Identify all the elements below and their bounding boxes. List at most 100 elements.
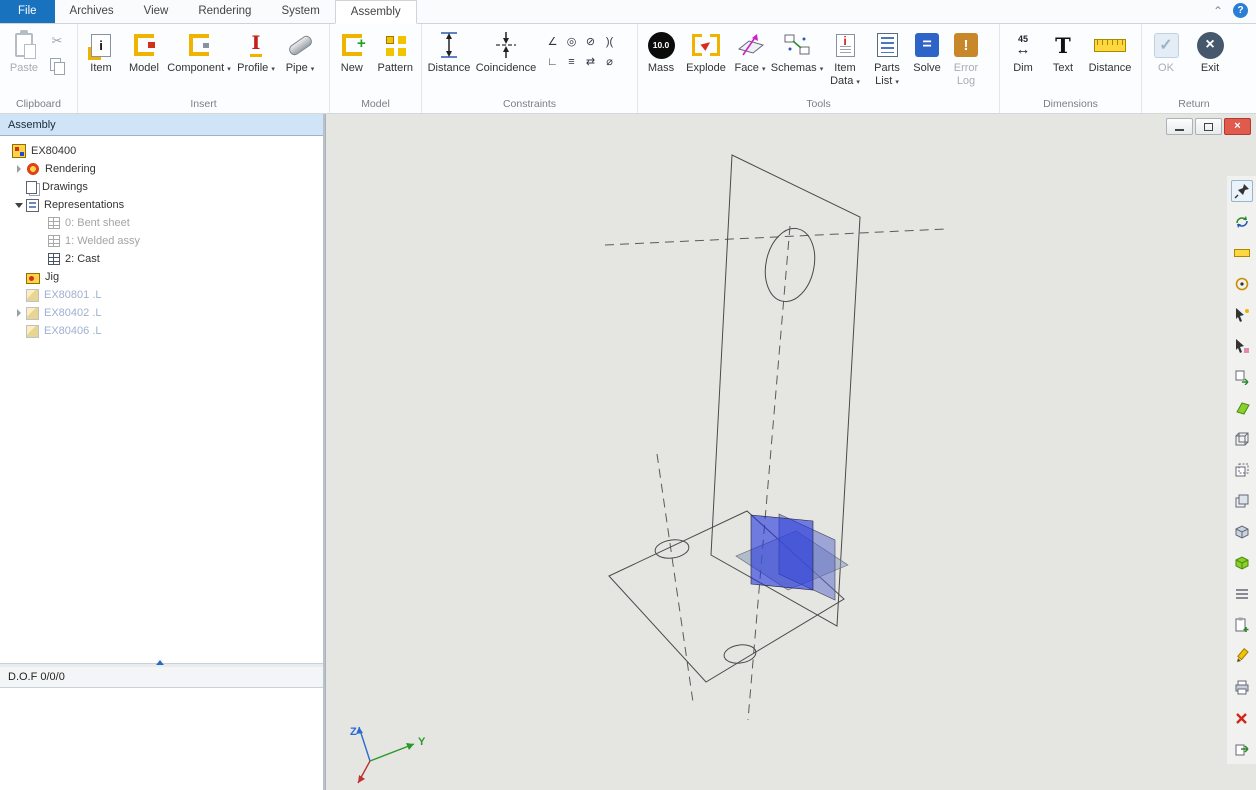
tab-rendering[interactable]: Rendering (183, 0, 266, 23)
tangent-constraint-icon[interactable]: ⊘ (582, 33, 599, 50)
panel-splitter[interactable] (0, 664, 323, 667)
parts-list-button[interactable]: Parts List ▾ (866, 25, 908, 95)
distance-dimension-button[interactable]: Distance (1082, 25, 1138, 95)
item-data-button[interactable]: i Item Data ▾ (824, 25, 866, 95)
delete-button[interactable] (1231, 707, 1253, 729)
export-button[interactable] (1231, 738, 1253, 760)
model-insert-button[interactable]: Model (122, 25, 166, 95)
group-insert: i Item Model Component ▾ I Profile ▾ (78, 24, 330, 113)
hidden-line-view-button[interactable] (1231, 459, 1253, 481)
plane-display-button[interactable] (1231, 397, 1253, 419)
tree-item-rendering[interactable]: Rendering (0, 160, 323, 178)
concentric-constraint-icon[interactable]: ◎ (563, 33, 580, 50)
paste-button[interactable]: Paste (2, 25, 46, 95)
solid-view-button[interactable] (1231, 521, 1253, 543)
exit-button[interactable]: × Exit (1188, 25, 1232, 95)
document-close-button[interactable]: × (1224, 118, 1251, 135)
tree-item-ex80402[interactable]: EX80402 .L (0, 304, 323, 322)
item-button[interactable]: i Item (80, 25, 122, 95)
cut-button[interactable]: ✂ (46, 31, 68, 51)
3d-model-canvas[interactable] (326, 114, 1255, 788)
tree-label: 0: Bent sheet (65, 217, 130, 229)
swap-constraint-icon[interactable]: ⇄ (582, 53, 599, 70)
coincidence-button[interactable]: Coincidence (474, 25, 538, 95)
explode-button[interactable]: Explode (682, 25, 730, 95)
wireframe-view-button[interactable] (1231, 428, 1253, 450)
group-model: + New Pattern Model (330, 24, 422, 113)
ok-label: OK (1158, 62, 1174, 75)
list-button[interactable] (1231, 583, 1253, 605)
3d-viewport[interactable]: × (325, 114, 1256, 790)
copy-button[interactable] (46, 55, 68, 75)
shaded-view-button[interactable] (1231, 490, 1253, 512)
schemas-button[interactable]: Schemas ▾ (770, 25, 824, 95)
profile-button[interactable]: I Profile ▾ (232, 25, 280, 95)
copy-view-button[interactable] (1231, 366, 1253, 388)
document-maximize-button[interactable] (1195, 118, 1222, 135)
tree-item-rep-cast[interactable]: 2: Cast (0, 250, 323, 268)
tab-archives[interactable]: Archives (55, 0, 129, 23)
green-plane-icon (1233, 401, 1251, 415)
expander-collapsed-icon[interactable] (12, 309, 26, 317)
tree-item-representations[interactable]: Representations (0, 196, 323, 214)
perpendicular-constraint-icon[interactable]: ∟ (544, 53, 561, 70)
tab-assembly[interactable]: Assembly (335, 0, 417, 24)
model-label: Model (129, 62, 159, 75)
select-add-button[interactable] (1231, 304, 1253, 326)
reference-plane-front[interactable] (751, 515, 813, 590)
isometric-view-button[interactable] (1231, 552, 1253, 574)
diameter-constraint-icon[interactable]: ⌀ (601, 53, 618, 70)
expander-expanded-icon[interactable] (12, 203, 26, 208)
drawings-icon (26, 181, 37, 194)
parallel-constraint-icon[interactable]: ≡ (563, 53, 580, 70)
tree-item-ex80801[interactable]: EX80801 .L (0, 286, 323, 304)
face-button[interactable]: Face ▾ (730, 25, 770, 95)
ok-button[interactable]: ✓ OK (1144, 25, 1188, 95)
new-button[interactable]: + New (332, 25, 372, 95)
document-minimize-button[interactable] (1166, 118, 1193, 135)
edit-button[interactable] (1231, 645, 1253, 667)
tab-file[interactable]: File (0, 0, 55, 23)
paste-label: Paste (10, 62, 38, 75)
print-button[interactable] (1231, 676, 1253, 698)
ribbon-collapse-icon[interactable]: ⌃ (1213, 4, 1223, 18)
text-label: Text (1053, 62, 1073, 75)
tree-item-jig[interactable]: Jig (0, 268, 323, 286)
tree-item-root[interactable]: EX80400 (0, 142, 323, 160)
dof-status: D.O.F 0/0/0 (0, 667, 323, 688)
measure-button[interactable] (1231, 242, 1253, 264)
pipe-button[interactable]: Pipe ▾ (280, 25, 320, 95)
pattern-button[interactable]: Pattern (372, 25, 419, 95)
symmetry-constraint-icon[interactable]: )( (601, 33, 618, 50)
component-button[interactable]: Component ▾ (166, 25, 232, 95)
splitter-handle-icon[interactable] (156, 660, 164, 665)
group-label-insert: Insert (80, 97, 327, 113)
chevron-down-icon: ▾ (895, 79, 899, 86)
tree-item-ex80406[interactable]: EX80406 .L (0, 322, 323, 340)
tree-item-rep-bent-sheet[interactable]: 0: Bent sheet (0, 214, 323, 232)
application-window: File Archives View Rendering System Asse… (0, 0, 1256, 790)
solve-button[interactable]: = Solve (908, 25, 946, 95)
select-remove-button[interactable] (1231, 335, 1253, 357)
dim-button[interactable]: 45↔ Dim (1002, 25, 1044, 95)
update-view-button[interactable] (1231, 211, 1253, 233)
text-button[interactable]: T Text (1044, 25, 1082, 95)
snap-button[interactable] (1231, 273, 1253, 295)
coincidence-icon (493, 30, 519, 60)
tree-label: 2: Cast (65, 253, 100, 265)
help-icon[interactable]: ? (1233, 3, 1248, 18)
pin-button[interactable] (1231, 180, 1253, 202)
angle-constraint-icon[interactable]: ∠ (544, 33, 561, 50)
expander-collapsed-icon[interactable] (12, 165, 26, 173)
error-log-button[interactable]: ! Error Log (946, 25, 986, 95)
paste-special-button[interactable] (1231, 614, 1253, 636)
distance-constraint-button[interactable]: Distance (424, 25, 474, 95)
base-hole-left[interactable] (654, 538, 690, 561)
mass-button[interactable]: 10.0 Mass (640, 25, 682, 95)
tab-view[interactable]: View (129, 0, 184, 23)
panel-title: Assembly (0, 114, 323, 136)
tab-system[interactable]: System (266, 0, 334, 23)
representation-icon (48, 217, 60, 229)
tree-item-drawings[interactable]: Drawings (0, 178, 323, 196)
tree-item-rep-welded-assy[interactable]: 1: Welded assy (0, 232, 323, 250)
